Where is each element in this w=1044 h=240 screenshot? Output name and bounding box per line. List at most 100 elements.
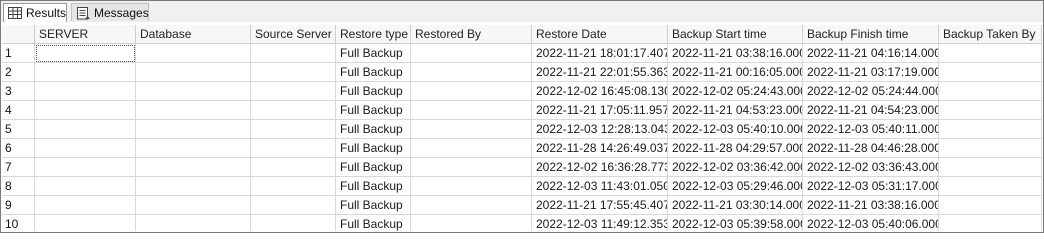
- column-header-restored-by[interactable]: Restored By: [411, 25, 532, 44]
- cell-backup-start-time[interactable]: 2022-12-03 05:29:46.000: [668, 177, 803, 196]
- cell-backup-taken-by[interactable]: [939, 139, 1042, 158]
- row-number[interactable]: 5: [2, 120, 35, 139]
- cell-restored-by[interactable]: [411, 120, 532, 139]
- cell-restore-date[interactable]: 2022-11-21 18:01:17.407: [532, 44, 668, 63]
- column-header-source-server[interactable]: Source Server: [251, 25, 336, 44]
- cell-restored-by[interactable]: [411, 44, 532, 63]
- cell-backup-taken-by[interactable]: [939, 44, 1042, 63]
- table-row[interactable]: 10 Full Backup 2022-12-03 11:49:12.353 2022…: [2, 215, 1042, 231]
- row-number[interactable]: 1: [2, 44, 35, 63]
- cell-backup-start-time[interactable]: 2022-12-03 05:40:10.000: [668, 120, 803, 139]
- cell-restore-type[interactable]: Full Backup: [336, 177, 411, 196]
- column-header-database[interactable]: Database: [136, 25, 251, 44]
- cell-backup-taken-by[interactable]: [939, 82, 1042, 101]
- column-header-backup-taken-by[interactable]: Backup Taken By: [939, 25, 1042, 44]
- cell-backup-taken-by[interactable]: [939, 63, 1042, 82]
- cell-server[interactable]: [35, 63, 136, 82]
- cell-backup-finish-time[interactable]: 2022-11-21 04:16:14.000: [803, 44, 939, 63]
- cell-restore-date[interactable]: 2022-12-02 16:36:28.773: [532, 158, 668, 177]
- cell-source-server[interactable]: [251, 101, 336, 120]
- cell-backup-start-time[interactable]: 2022-12-02 05:24:43.000: [668, 82, 803, 101]
- cell-restore-type[interactable]: Full Backup: [336, 44, 411, 63]
- cell-backup-taken-by[interactable]: [939, 177, 1042, 196]
- table-row[interactable]: 3 Full Backup 2022-12-02 16:45:08.130 2022-…: [2, 82, 1042, 101]
- cell-backup-start-time[interactable]: 2022-11-21 04:53:23.000: [668, 101, 803, 120]
- cell-server[interactable]: [35, 158, 136, 177]
- column-header-server[interactable]: SERVER: [35, 25, 136, 44]
- row-number[interactable]: 4: [2, 101, 35, 120]
- cell-source-server[interactable]: [251, 215, 336, 231]
- cell-source-server[interactable]: [251, 82, 336, 101]
- row-number[interactable]: 7: [2, 158, 35, 177]
- cell-backup-finish-time[interactable]: 2022-12-03 05:31:17.000: [803, 177, 939, 196]
- cell-restore-date[interactable]: 2022-12-02 16:45:08.130: [532, 82, 668, 101]
- cell-backup-start-time[interactable]: 2022-11-28 04:29:57.000: [668, 139, 803, 158]
- column-header-restore-type[interactable]: Restore type: [336, 25, 411, 44]
- cell-restore-type[interactable]: Full Backup: [336, 120, 411, 139]
- table-row[interactable]: 9 Full Backup 2022-11-21 17:55:45.407 2022-…: [2, 196, 1042, 215]
- cell-backup-start-time[interactable]: 2022-12-03 05:39:58.000: [668, 215, 803, 231]
- cell-server[interactable]: [35, 120, 136, 139]
- table-row[interactable]: 1 Full Backup 2022-11-21 18:01:17.407 2022-…: [2, 44, 1042, 63]
- cell-database[interactable]: [136, 44, 251, 63]
- cell-server[interactable]: [35, 196, 136, 215]
- cell-source-server[interactable]: [251, 196, 336, 215]
- cell-source-server[interactable]: [251, 44, 336, 63]
- cell-server[interactable]: [35, 177, 136, 196]
- cell-server[interactable]: [35, 139, 136, 158]
- results-grid[interactable]: SERVER Database Source Server Restore type R…: [2, 25, 1042, 231]
- row-number[interactable]: 3: [2, 82, 35, 101]
- cell-database[interactable]: [136, 120, 251, 139]
- cell-source-server[interactable]: [251, 63, 336, 82]
- row-number[interactable]: 10: [2, 215, 35, 231]
- cell-restored-by[interactable]: [411, 101, 532, 120]
- row-number[interactable]: 2: [2, 63, 35, 82]
- cell-backup-finish-time[interactable]: 2022-12-02 03:36:43.000: [803, 158, 939, 177]
- cell-database[interactable]: [136, 82, 251, 101]
- cell-restored-by[interactable]: [411, 215, 532, 231]
- cell-backup-finish-time[interactable]: 2022-12-02 05:24:44.000: [803, 82, 939, 101]
- cell-backup-start-time[interactable]: 2022-11-21 03:38:16.000: [668, 44, 803, 63]
- cell-restore-type[interactable]: Full Backup: [336, 158, 411, 177]
- cell-restore-date[interactable]: 2022-11-21 17:55:45.407: [532, 196, 668, 215]
- cell-backup-finish-time[interactable]: 2022-11-28 04:46:28.000: [803, 139, 939, 158]
- cell-backup-taken-by[interactable]: [939, 196, 1042, 215]
- cell-backup-finish-time[interactable]: 2022-11-21 03:17:19.000: [803, 63, 939, 82]
- table-row[interactable]: 7 Full Backup 2022-12-02 16:36:28.773 2022-…: [2, 158, 1042, 177]
- cell-server[interactable]: [35, 101, 136, 120]
- cell-restore-date[interactable]: 2022-12-03 11:49:12.353: [532, 215, 668, 231]
- cell-restore-date[interactable]: 2022-11-28 14:26:49.037: [532, 139, 668, 158]
- cell-database[interactable]: [136, 101, 251, 120]
- cell-backup-finish-time[interactable]: 2022-11-21 04:54:23.000: [803, 101, 939, 120]
- cell-source-server[interactable]: [251, 158, 336, 177]
- cell-source-server[interactable]: [251, 177, 336, 196]
- table-row[interactable]: 6 Full Backup 2022-11-28 14:26:49.037 2022-…: [2, 139, 1042, 158]
- table-row[interactable]: 8 Full Backup 2022-12-03 11:43:01.050 2022-…: [2, 177, 1042, 196]
- cell-backup-taken-by[interactable]: [939, 101, 1042, 120]
- cell-backup-finish-time[interactable]: 2022-12-03 05:40:06.000: [803, 215, 939, 231]
- cell-database[interactable]: [136, 139, 251, 158]
- cell-restore-type[interactable]: Full Backup: [336, 101, 411, 120]
- cell-restore-type[interactable]: Full Backup: [336, 139, 411, 158]
- cell-restored-by[interactable]: [411, 158, 532, 177]
- cell-restore-type[interactable]: Full Backup: [336, 196, 411, 215]
- cell-restored-by[interactable]: [411, 177, 532, 196]
- cell-server[interactable]: [35, 82, 136, 101]
- row-number[interactable]: 8: [2, 177, 35, 196]
- cell-backup-finish-time[interactable]: 2022-11-21 03:38:16.000: [803, 196, 939, 215]
- tab-results[interactable]: Results: [3, 3, 67, 22]
- cell-backup-taken-by[interactable]: [939, 120, 1042, 139]
- cell-restore-type[interactable]: Full Backup: [336, 82, 411, 101]
- cell-restored-by[interactable]: [411, 63, 532, 82]
- cell-restore-type[interactable]: Full Backup: [336, 63, 411, 82]
- column-header-backup-start-time[interactable]: Backup Start time: [668, 25, 803, 44]
- cell-source-server[interactable]: [251, 120, 336, 139]
- table-row[interactable]: 5 Full Backup 2022-12-03 12:28:13.043 2022-…: [2, 120, 1042, 139]
- cell-backup-taken-by[interactable]: [939, 215, 1042, 231]
- table-row[interactable]: 4 Full Backup 2022-11-21 17:05:11.957 2022-…: [2, 101, 1042, 120]
- cell-backup-taken-by[interactable]: [939, 158, 1042, 177]
- cell-backup-finish-time[interactable]: 2022-12-03 05:40:11.000: [803, 120, 939, 139]
- row-number[interactable]: 6: [2, 139, 35, 158]
- cell-database[interactable]: [136, 177, 251, 196]
- cell-backup-start-time[interactable]: 2022-11-21 03:30:14.000: [668, 196, 803, 215]
